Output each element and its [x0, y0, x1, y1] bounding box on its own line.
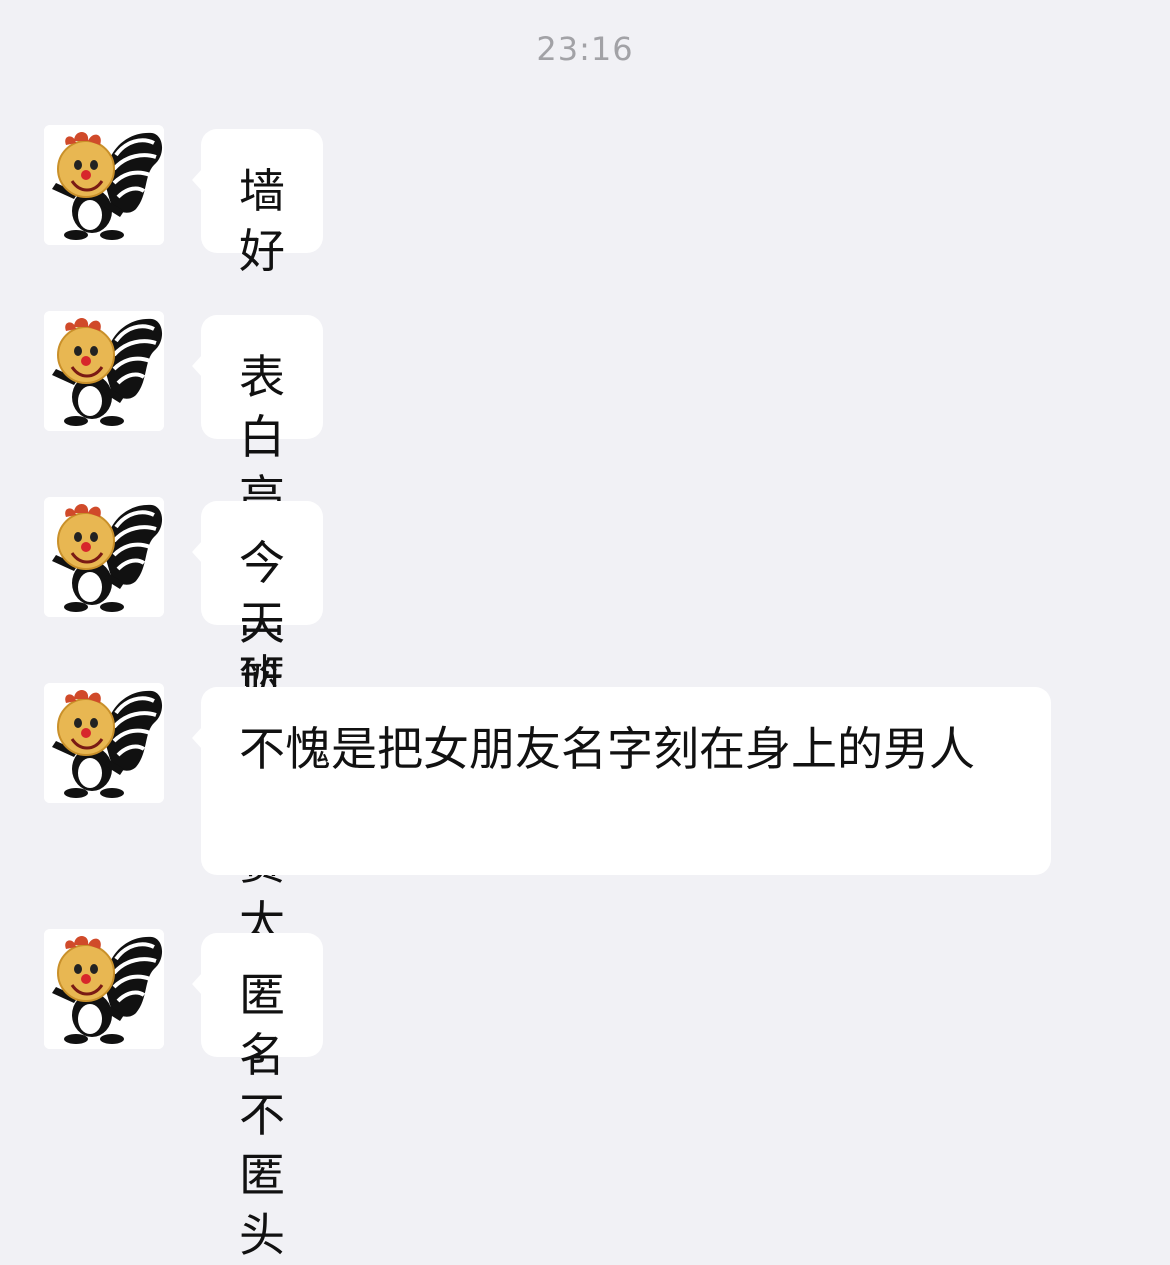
skunk-cartoon-avatar-icon — [44, 311, 164, 431]
sender-avatar[interactable] — [44, 311, 164, 431]
message-bubble[interactable]: 今天篮球比赛太帅了 — [192, 501, 323, 1070]
sender-avatar[interactable] — [44, 125, 164, 245]
message-bubble[interactable]: 不愧是把女朋友名字刻在身上的男人 — [192, 687, 1051, 875]
skunk-cartoon-avatar-icon — [44, 497, 164, 617]
message-bubble[interactable]: 表白高一四班 ljh — [192, 315, 323, 824]
skunk-cartoon-avatar-icon — [44, 683, 164, 803]
message-bubble[interactable]: 匿名不匿头 — [192, 933, 323, 1262]
skunk-cartoon-avatar-icon — [44, 125, 164, 245]
message-bubble[interactable]: 墙好 — [192, 129, 323, 278]
skunk-cartoon-avatar-icon — [44, 929, 164, 1049]
sender-avatar[interactable] — [44, 929, 164, 1049]
sender-avatar[interactable] — [44, 497, 164, 617]
sender-avatar[interactable] — [44, 683, 164, 803]
message-timestamp: 23:16 — [536, 30, 634, 68]
